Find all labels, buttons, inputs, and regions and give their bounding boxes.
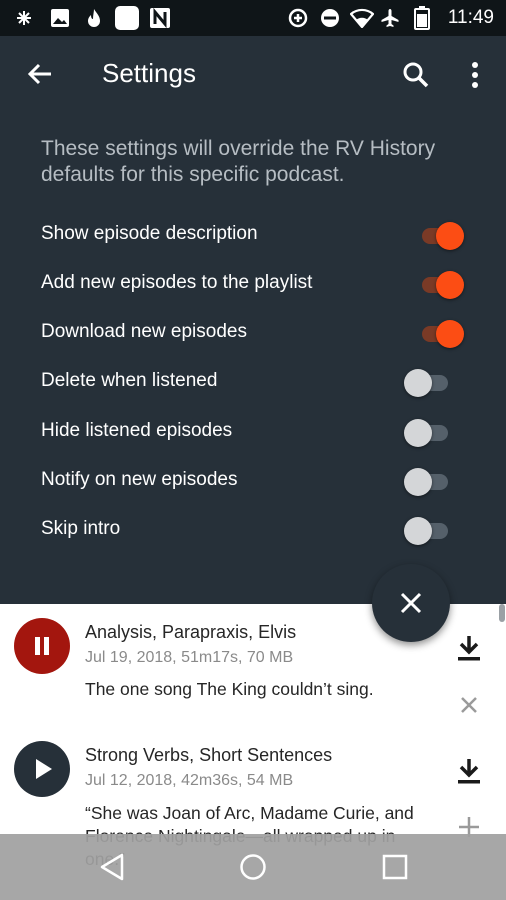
episode-description: The one song The King couldn’t sing.	[85, 679, 374, 699]
setting-label: Delete when listened	[41, 370, 218, 391]
setting-label: Notify on new episodes	[41, 469, 238, 490]
pause-button[interactable]	[14, 618, 70, 674]
toggle-switch[interactable]	[404, 466, 452, 496]
close-icon	[400, 592, 422, 614]
tools-icon	[17, 11, 31, 25]
flame-icon	[88, 9, 100, 27]
image-icon	[51, 9, 69, 27]
download-icon[interactable]	[456, 757, 482, 785]
more-vert-icon[interactable]	[462, 59, 488, 91]
airplane-icon	[381, 9, 399, 27]
setting-label: Show episode description	[41, 223, 258, 244]
close-settings-button[interactable]	[372, 564, 450, 642]
setting-delete-when-listened[interactable]: Delete when listened	[0, 360, 506, 404]
toggle-switch[interactable]	[404, 417, 452, 447]
page-title: Settings	[102, 58, 196, 88]
setting-label: Download new episodes	[41, 321, 247, 342]
setting-label: Hide listened episodes	[41, 420, 233, 441]
search-icon[interactable]	[400, 59, 432, 91]
white-square-icon	[115, 6, 139, 30]
toggle-switch[interactable]	[418, 220, 466, 250]
episode-title: Strong Verbs, Short Sentences	[85, 745, 333, 765]
home-circle-icon[interactable]	[238, 852, 268, 882]
setting-notify-new-episodes[interactable]: Notify on new episodes	[0, 459, 506, 503]
episode-item[interactable]: Strong Verbs, Short Sentences Jul 12, 20…	[0, 724, 506, 869]
recents-square-icon[interactable]	[380, 852, 410, 882]
setting-skip-intro[interactable]: Skip intro	[0, 508, 506, 552]
n-logo-icon	[150, 8, 170, 28]
battery-icon	[414, 6, 430, 30]
toggle-switch[interactable]	[418, 318, 466, 348]
system-nav-bar	[0, 834, 506, 900]
settings-intro-text: These settings will override the RV Hist…	[41, 137, 436, 186]
setting-hide-listened-episodes[interactable]: Hide listened episodes	[0, 410, 506, 454]
toggle-switch[interactable]	[418, 269, 466, 299]
play-button[interactable]	[14, 741, 70, 797]
setting-show-episode-description[interactable]: Show episode description	[0, 213, 506, 257]
app-bar: Settings	[0, 36, 506, 114]
setting-label: Add new episodes to the playlist	[41, 272, 313, 293]
wifi-icon	[350, 8, 374, 28]
status-bar: 11:49	[0, 0, 506, 36]
episode-title: Analysis, Parapraxis, Elvis	[85, 622, 297, 642]
arrow-back-icon[interactable]	[24, 58, 56, 90]
play-icon	[36, 759, 52, 779]
setting-label: Skip intro	[41, 518, 121, 539]
download-icon[interactable]	[456, 634, 482, 662]
episode-meta: Jul 12, 2018, 42m36s, 54 MB	[85, 772, 294, 789]
back-triangle-icon[interactable]	[98, 852, 128, 882]
toggle-switch[interactable]	[404, 515, 452, 545]
toggle-switch[interactable]	[404, 367, 452, 397]
setting-download-new-episodes[interactable]: Download new episodes	[0, 311, 506, 355]
setting-add-to-playlist[interactable]: Add new episodes to the playlist	[0, 262, 506, 306]
data-saver-icon	[288, 8, 308, 28]
pause-icon	[35, 637, 49, 655]
episode-meta: Jul 19, 2018, 51m17s, 70 MB	[85, 649, 294, 666]
do-not-disturb-icon	[321, 9, 339, 27]
remove-x-icon[interactable]	[456, 692, 482, 718]
clock: 11:49	[447, 7, 494, 28]
